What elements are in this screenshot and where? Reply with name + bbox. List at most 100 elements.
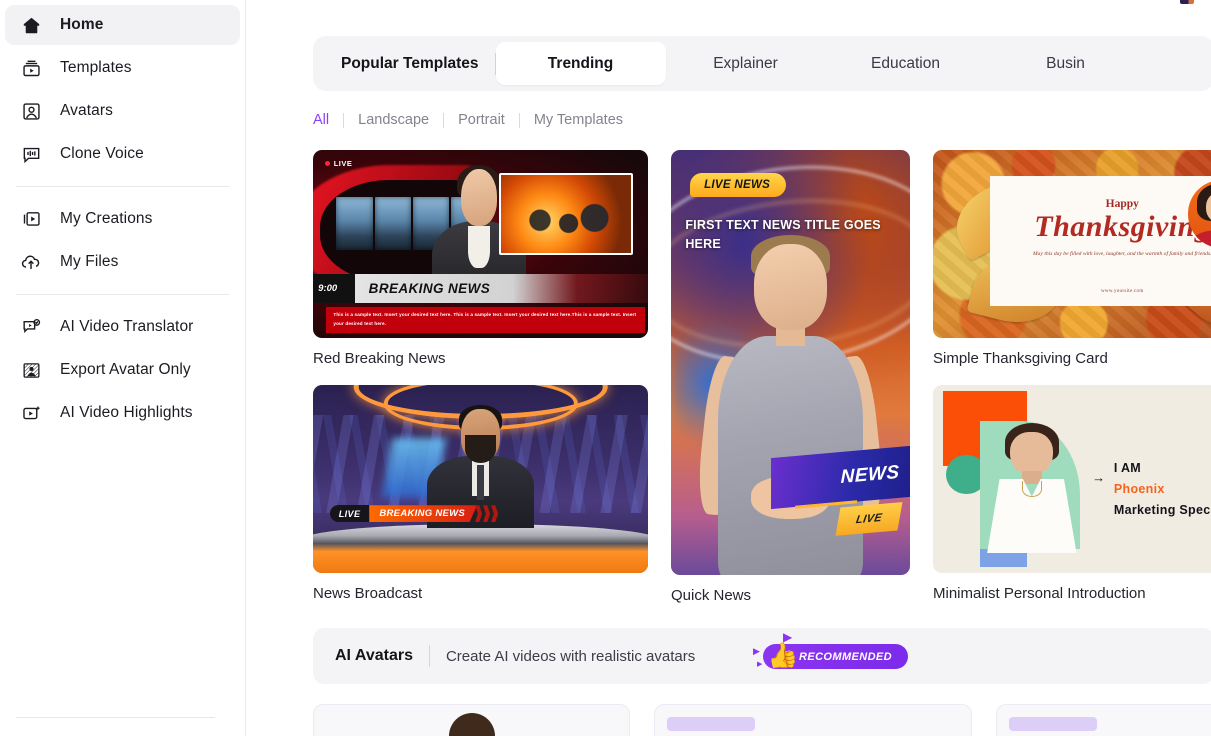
sidebar-item-label: Clone Voice <box>60 145 144 162</box>
avatar-card[interactable] <box>313 704 631 736</box>
avatar-card-row <box>313 704 1211 736</box>
lower-third: 9:00 BREAKING NEWS This is a sample text… <box>313 274 648 338</box>
template-card-title: News Broadcast <box>313 585 423 602</box>
headline-label: BREAKING NEWS <box>369 505 478 523</box>
template-card-title: Simple Thanksgiving Card <box>933 350 1108 367</box>
time-label: 9:00 <box>313 274 355 304</box>
thumbs-up-icon: 👍 <box>765 639 800 673</box>
live-indicator: LIVE <box>324 159 353 169</box>
intro-line-2: Phoenix <box>1113 482 1165 497</box>
filter-row: All Landscape Portrait My Templates <box>313 109 1211 131</box>
greeting-small: Happy <box>1105 198 1139 211</box>
tab-popular-templates[interactable]: Popular Templates <box>321 42 495 85</box>
intro-text-block: I AM Phoenix Marketing Spec <box>1114 461 1211 517</box>
home-icon <box>19 13 43 37</box>
template-card-red-breaking-news[interactable]: LIVE 9:00 BREAKING NEWS This is a sample… <box>313 150 648 367</box>
recommended-badge: ▶ ▶ ▶ RECOMMENDED 👍 <box>753 630 909 672</box>
ticker-text: This is a sample text. Insert your desir… <box>326 307 645 333</box>
avatar-card[interactable] <box>995 704 1211 736</box>
avatars-icon <box>19 99 43 123</box>
banner-title: AI Avatars <box>335 647 413 664</box>
filter-landscape[interactable]: Landscape <box>344 112 443 128</box>
ai-avatars-banner[interactable]: AI Avatars Create AI videos with realist… <box>313 628 1211 684</box>
template-column-2: LIVE NEWS FIRST TEXT NEWS TITLE GOES HER… <box>671 150 910 604</box>
sidebar-group-primary: Home Templates Avatars Clone Voice <box>0 0 245 174</box>
avatar-figure <box>983 422 1080 553</box>
ai-video-translator-icon <box>19 315 43 339</box>
category-tabbar: Popular Templates Trending Explainer Edu… <box>313 36 1211 91</box>
banner-separator <box>428 645 430 667</box>
tab-education[interactable]: Education <box>826 42 986 85</box>
avatar-card[interactable] <box>654 704 972 736</box>
lower-third: LIVE BREAKING NEWS <box>329 505 499 523</box>
sidebar-item-avatars[interactable]: Avatars <box>5 91 240 131</box>
live-news-badge: LIVE NEWS <box>690 173 787 198</box>
template-card-news-broadcast[interactable]: LIVE BREAKING NEWS News Broadcast <box>313 385 648 602</box>
sidebar-divider-1 <box>16 186 229 187</box>
tab-trending[interactable]: Trending <box>495 42 666 85</box>
sparkle-icon: ▶ <box>753 646 760 656</box>
template-card-title: Minimalist Personal Introduction <box>933 585 1146 602</box>
sidebar-item-label: My Creations <box>60 210 153 227</box>
sidebar-item-label: Templates <box>60 59 132 76</box>
live-label: LIVE <box>329 505 370 523</box>
filter-my-templates[interactable]: My Templates <box>520 112 637 128</box>
filter-all[interactable]: All <box>313 112 343 128</box>
template-column-3: Happy Thanksgiving May this day be fille… <box>933 150 1211 602</box>
live-label: LIVE <box>855 511 884 526</box>
avatar-badge <box>667 717 756 731</box>
intro-line-3: Marketing Spec <box>1113 503 1211 518</box>
banner-subtitle: Create AI videos with realistic avatars <box>445 647 696 665</box>
template-thumbnail: LIVE NEWS FIRST TEXT NEWS TITLE GOES HER… <box>671 150 910 575</box>
main-content: Popular Templates Trending Explainer Edu… <box>246 0 1211 736</box>
sidebar-item-clone-voice[interactable]: Clone Voice <box>5 134 240 174</box>
template-card-quick-news[interactable]: LIVE NEWS FIRST TEXT NEWS TITLE GOES HER… <box>671 150 910 604</box>
sidebar-item-label: AI Video Highlights <box>60 404 193 421</box>
ai-video-highlights-icon <box>19 401 43 425</box>
news-desk <box>313 524 648 573</box>
template-card-simple-thanksgiving[interactable]: Happy Thanksgiving May this day be fille… <box>933 150 1211 367</box>
templates-icon <box>19 56 43 80</box>
tab-business[interactable]: Busin <box>986 42 1146 85</box>
sidebar-item-ai-video-translator[interactable]: AI Video Translator <box>5 307 240 347</box>
clone-voice-icon <box>19 142 43 166</box>
template-card-minimalist-intro[interactable]: → I AM Phoenix Marketing Spec Minimalist… <box>933 385 1211 602</box>
news-inset-image <box>498 172 633 256</box>
sidebar-group-library: My Creations My Files <box>0 199 245 282</box>
sidebar-item-templates[interactable]: Templates <box>5 48 240 88</box>
sparkle-icon: ▶ <box>757 661 763 668</box>
template-thumbnail: → I AM Phoenix Marketing Spec <box>933 385 1211 573</box>
live-banner: LIVE <box>835 501 903 536</box>
sidebar-divider-3 <box>16 717 215 718</box>
sidebar-item-my-files[interactable]: My Files <box>5 242 240 282</box>
template-thumbnail: LIVE BREAKING NEWS <box>313 385 648 573</box>
headline-label: FIRST TEXT NEWS TITLE GOES HERE <box>685 217 881 252</box>
intro-line-1: I AM <box>1113 461 1142 476</box>
greeting-large: Thanksgiving <box>1034 210 1211 244</box>
sidebar-item-home[interactable]: Home <box>5 5 240 45</box>
sidebar-item-label: Export Avatar Only <box>60 361 191 378</box>
my-creations-icon <box>19 207 43 231</box>
headline-label: BREAKING NEWS <box>368 281 491 297</box>
sidebar-item-export-avatar-only[interactable]: Export Avatar Only <box>5 350 240 390</box>
filter-portrait[interactable]: Portrait <box>444 112 519 128</box>
avatar-badge <box>1008 717 1097 731</box>
news-banner: NEWS <box>771 445 910 509</box>
sidebar-item-label: Avatars <box>60 102 113 119</box>
sidebar-item-label: Home <box>60 16 104 33</box>
template-card-title: Red Breaking News <box>313 350 446 367</box>
sidebar-item-ai-video-highlights[interactable]: AI Video Highlights <box>5 393 240 433</box>
export-avatar-only-icon <box>19 358 43 382</box>
greeting-message: May this day be filled with love, laught… <box>1033 251 1211 258</box>
sidebar-item-my-creations[interactable]: My Creations <box>5 199 240 239</box>
template-thumbnail: Happy Thanksgiving May this day be fille… <box>933 150 1211 338</box>
chevron-decoration <box>474 505 499 523</box>
sidebar-item-label: My Files <box>60 253 119 270</box>
live-label: LIVE <box>333 159 353 169</box>
tab-explainer[interactable]: Explainer <box>666 42 826 85</box>
template-thumbnail: LIVE 9:00 BREAKING NEWS This is a sample… <box>313 150 648 338</box>
website-url: www.yoursite.com <box>1101 289 1144 295</box>
news-label: NEWS <box>841 461 900 488</box>
my-files-icon <box>19 250 43 274</box>
clipped-top-fragment <box>1180 0 1194 4</box>
